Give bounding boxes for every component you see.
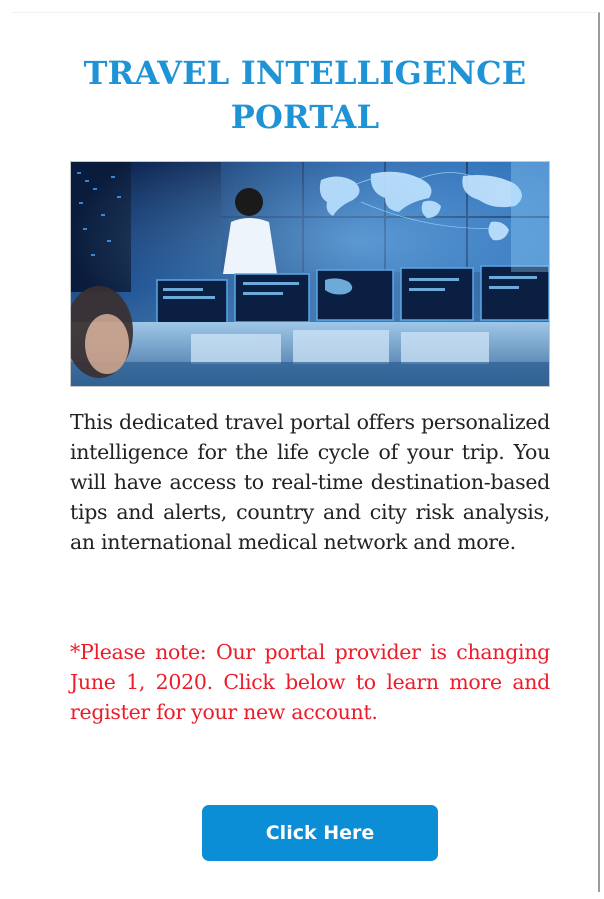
page-title: TRAVEL INTELLIGENCE PORTAL: [83, 54, 527, 136]
promo-card: TRAVEL INTELLIGENCE PORTAL This dedicate…: [12, 12, 600, 892]
provider-change-note: *Please note: Our portal provider is cha…: [70, 640, 550, 724]
operations-center-illustration: [71, 162, 549, 386]
hero-image: [70, 161, 550, 387]
portal-description: This dedicated travel portal offers pers…: [70, 410, 550, 554]
click-here-button[interactable]: Click Here: [202, 805, 438, 861]
